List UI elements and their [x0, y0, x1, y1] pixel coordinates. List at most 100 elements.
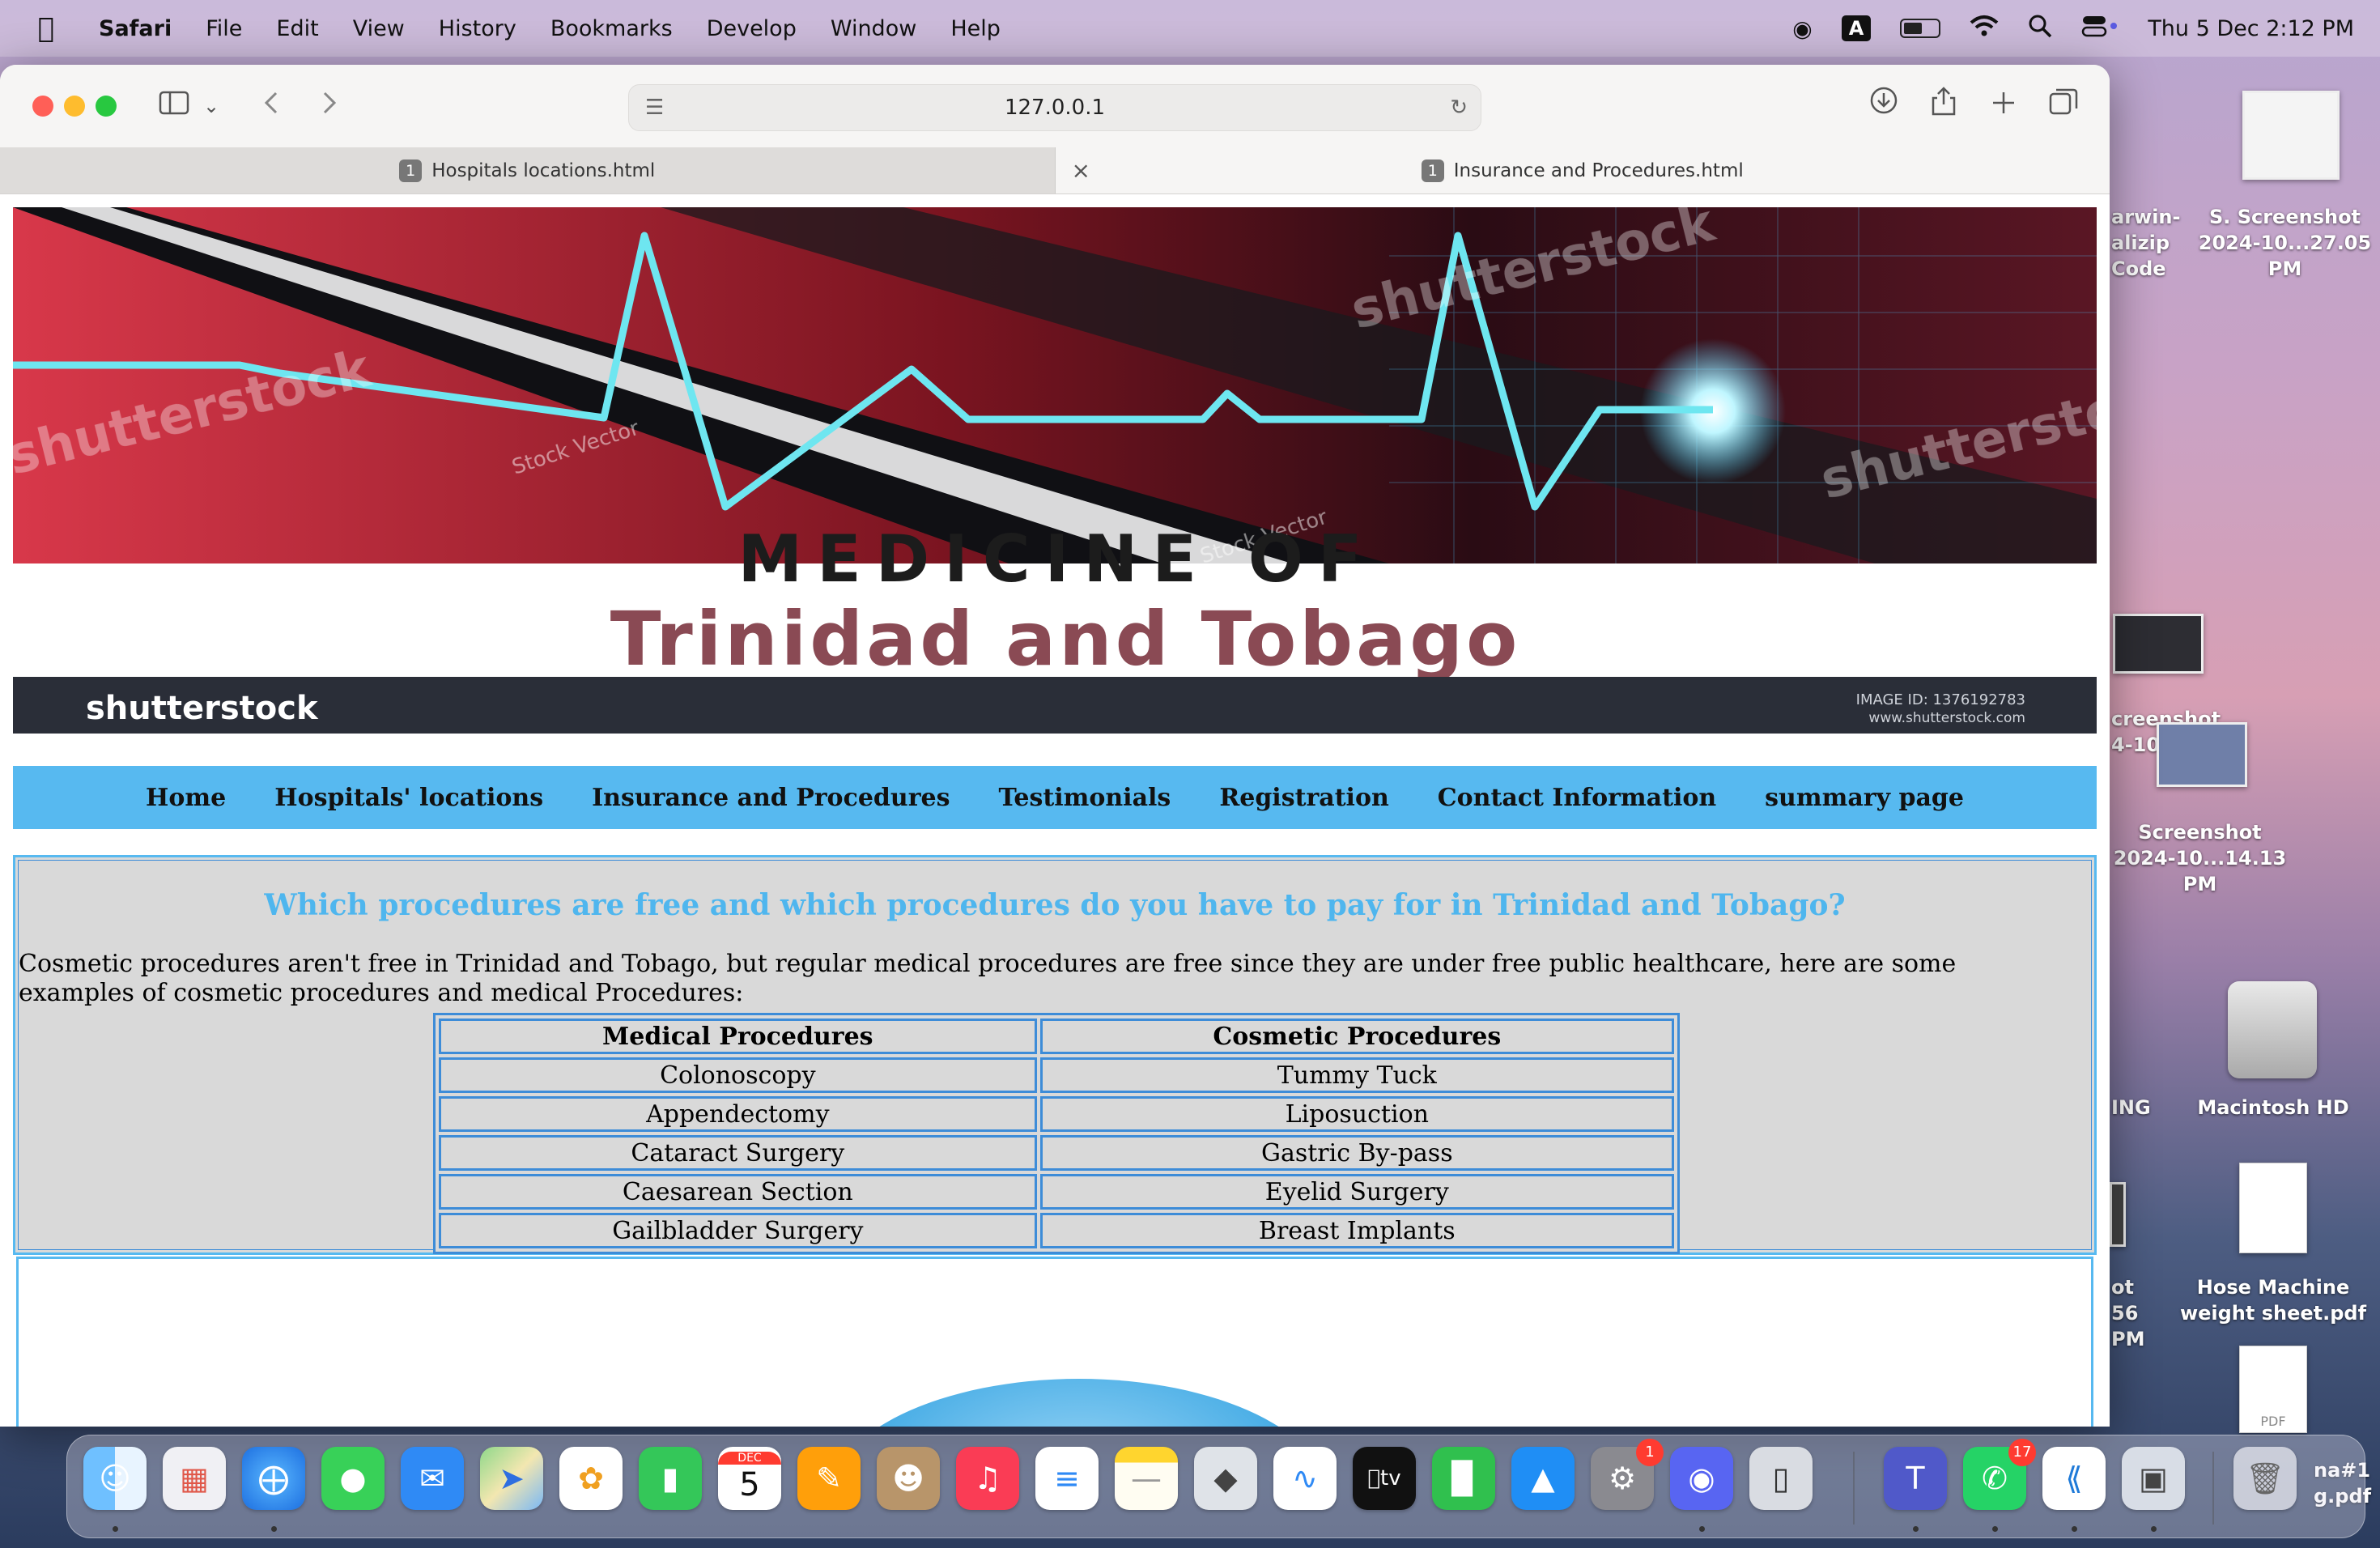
pdf-document-icon[interactable]	[2239, 1163, 2307, 1253]
notes-icon[interactable]: —	[1115, 1447, 1178, 1510]
desktop-label-screenshot-3[interactable]: Screenshot 2024-10...14.13 PM	[2105, 819, 2295, 897]
preview-icon[interactable]: ▣	[2122, 1447, 2185, 1510]
finder-icon[interactable]: ☺	[83, 1447, 147, 1510]
menu-history[interactable]: History	[439, 16, 516, 41]
music-icon[interactable]: ♫	[956, 1447, 1019, 1510]
discord-icon[interactable]: ◉	[1670, 1447, 1733, 1510]
tab-title: Hospitals locations.html	[431, 159, 656, 181]
window-minimize-button[interactable]	[64, 96, 85, 117]
desktop-label-partial-1[interactable]: arwin- alizip Code	[2111, 204, 2192, 282]
forward-arrow-icon[interactable]	[309, 86, 350, 126]
menu-file[interactable]: File	[206, 16, 242, 41]
menu-app-safari[interactable]: Safari	[99, 16, 172, 41]
site-navigation: Home Hospitals' locations Insurance and …	[13, 766, 2097, 829]
maps-icon[interactable]: ➤	[480, 1447, 543, 1510]
notification-badge: 1	[1636, 1439, 1664, 1466]
window-zoom-button[interactable]	[96, 96, 117, 117]
input-source-icon[interactable]: A	[1841, 15, 1872, 41]
tab-overview-icon[interactable]	[2043, 86, 2084, 126]
header-medical-procedures: Medical Procedures	[439, 1019, 1037, 1054]
microsoft-teams-icon[interactable]: T	[1884, 1447, 1947, 1510]
nav-summary-page[interactable]: summary page	[1765, 784, 1964, 812]
tab-title: Insurance and Procedures.html	[1453, 159, 1744, 181]
pdf-document-icon-2[interactable]: PDF	[2239, 1346, 2307, 1433]
menu-bar:  Safari File Edit View History Bookmark…	[0, 0, 2380, 57]
desktop-file-thumbnail-partial[interactable]	[2110, 1182, 2126, 1247]
apple-menu-icon[interactable]: 	[26, 12, 66, 45]
desktop-label-macintosh-hd[interactable]: Macintosh HD	[2178, 1095, 2369, 1121]
address-bar[interactable]: ☰ 127.0.0.1 ↻	[628, 84, 1481, 131]
mail-icon[interactable]: ✉	[401, 1447, 464, 1510]
close-tab-icon[interactable]: ×	[1072, 157, 1090, 184]
sidebar-toggle-icon[interactable]	[154, 86, 194, 126]
whatsapp-icon[interactable]: ✆ 17	[1963, 1439, 2036, 1510]
nav-registration[interactable]: Registration	[1219, 784, 1388, 812]
share-icon[interactable]	[1923, 86, 1964, 126]
tab-insurance-and-procedures[interactable]: × 1 Insurance and Procedures.html	[1055, 147, 2110, 194]
control-center-icon[interactable]	[2081, 14, 2119, 44]
teams-status-icon[interactable]: ◉	[1792, 15, 1812, 42]
calendar-icon[interactable]: DEC 5	[718, 1447, 781, 1510]
macintosh-hd-icon[interactable]	[2228, 981, 2317, 1078]
running-indicator	[1699, 1526, 1705, 1532]
menu-develop[interactable]: Develop	[707, 16, 797, 41]
roblox-icon[interactable]: ◆	[1194, 1447, 1257, 1510]
app-store-icon[interactable]: ▲	[1511, 1447, 1575, 1510]
back-arrow-icon[interactable]	[251, 86, 291, 126]
apple-tv-icon[interactable]: tv	[1353, 1447, 1416, 1510]
nav-contact-information[interactable]: Contact Information	[1438, 784, 1716, 812]
contacts-icon[interactable]: ☻	[877, 1447, 940, 1510]
nav-testimonials[interactable]: Testimonials	[999, 784, 1171, 812]
menu-edit[interactable]: Edit	[276, 16, 318, 41]
menu-window[interactable]: Window	[831, 16, 916, 41]
reminders-icon[interactable]: ≡	[1035, 1447, 1099, 1510]
table-cell: Appendectomy	[439, 1096, 1037, 1132]
messages-icon[interactable]: ●	[321, 1447, 385, 1510]
window-close-button[interactable]	[32, 96, 53, 117]
wifi-icon[interactable]	[1970, 15, 1999, 43]
battery-icon[interactable]	[1900, 19, 1941, 38]
nav-home[interactable]: Home	[146, 784, 226, 812]
iphone-mirroring-icon[interactable]: ▯	[1749, 1447, 1813, 1510]
running-indicator	[271, 1526, 277, 1532]
chevron-down-icon[interactable]: ⌄	[199, 86, 223, 126]
page-settings-icon[interactable]: ☰	[645, 96, 664, 120]
trash-icon[interactable]: 🗑	[2233, 1447, 2297, 1510]
table-cell: Caesarean Section	[439, 1174, 1037, 1210]
photos-icon[interactable]: ✿	[559, 1447, 623, 1510]
downloads-icon[interactable]	[1864, 86, 1904, 126]
desktop-screenshot-thumbnail-1[interactable]	[2242, 91, 2340, 180]
running-indicator	[2151, 1526, 2157, 1532]
menu-bookmarks[interactable]: Bookmarks	[550, 16, 673, 41]
tab-hospitals-locations[interactable]: 1 Hospitals locations.html	[0, 147, 1056, 194]
notification-badge: 17	[2008, 1439, 2036, 1466]
desktop-screenshot-thumbnail-2[interactable]	[2113, 614, 2204, 674]
pages-icon[interactable]: ✎	[797, 1447, 861, 1510]
numbers-icon[interactable]: ▉	[1432, 1447, 1495, 1510]
spotlight-search-icon[interactable]	[2028, 14, 2052, 44]
desktop-screenshot-thumbnail-3[interactable]	[2157, 722, 2247, 787]
new-tab-icon[interactable]	[1983, 86, 2024, 126]
nav-insurance-and-procedures[interactable]: Insurance and Procedures	[592, 784, 950, 812]
banner-stock-logo: shutterstock	[86, 690, 319, 727]
translate-reload-icon[interactable]: ↻	[1450, 96, 1468, 120]
vscode-icon[interactable]: ⟪	[2042, 1447, 2106, 1510]
facetime-icon[interactable]: ▮	[639, 1447, 702, 1510]
menu-help[interactable]: Help	[950, 16, 1001, 41]
procedures-section: Which procedures are free and which proc…	[13, 855, 2097, 1255]
table-row: Caesarean Section Eyelid Surgery	[439, 1174, 1674, 1210]
freeform-icon[interactable]: ∿	[1273, 1447, 1337, 1510]
safari-icon[interactable]: ⨁	[242, 1447, 305, 1510]
section-heading: Which procedures are free and which proc…	[264, 888, 1846, 922]
menu-view[interactable]: View	[353, 16, 405, 41]
desktop-label-hose-machine[interactable]: Hose Machine weight sheet.pdf	[2178, 1274, 2369, 1326]
table-cell: Colonoscopy	[439, 1057, 1037, 1093]
desktop-label-screenshot-1[interactable]: S. Screenshot 2024-10...27.05 PM	[2190, 204, 2380, 282]
desktop-label-partial-3[interactable]: ING	[2111, 1095, 2184, 1121]
desktop-label-partial-4[interactable]: ot 56 PM	[2111, 1274, 2176, 1352]
tab-count-badge: 1	[1421, 159, 1444, 182]
clock[interactable]: Thu 5 Dec 2:12 PM	[2148, 16, 2354, 41]
system-settings-icon[interactable]: ⚙ 1	[1591, 1439, 1664, 1510]
nav-hospitals-locations[interactable]: Hospitals' locations	[274, 784, 543, 812]
launchpad-icon[interactable]: ▦	[163, 1447, 226, 1510]
